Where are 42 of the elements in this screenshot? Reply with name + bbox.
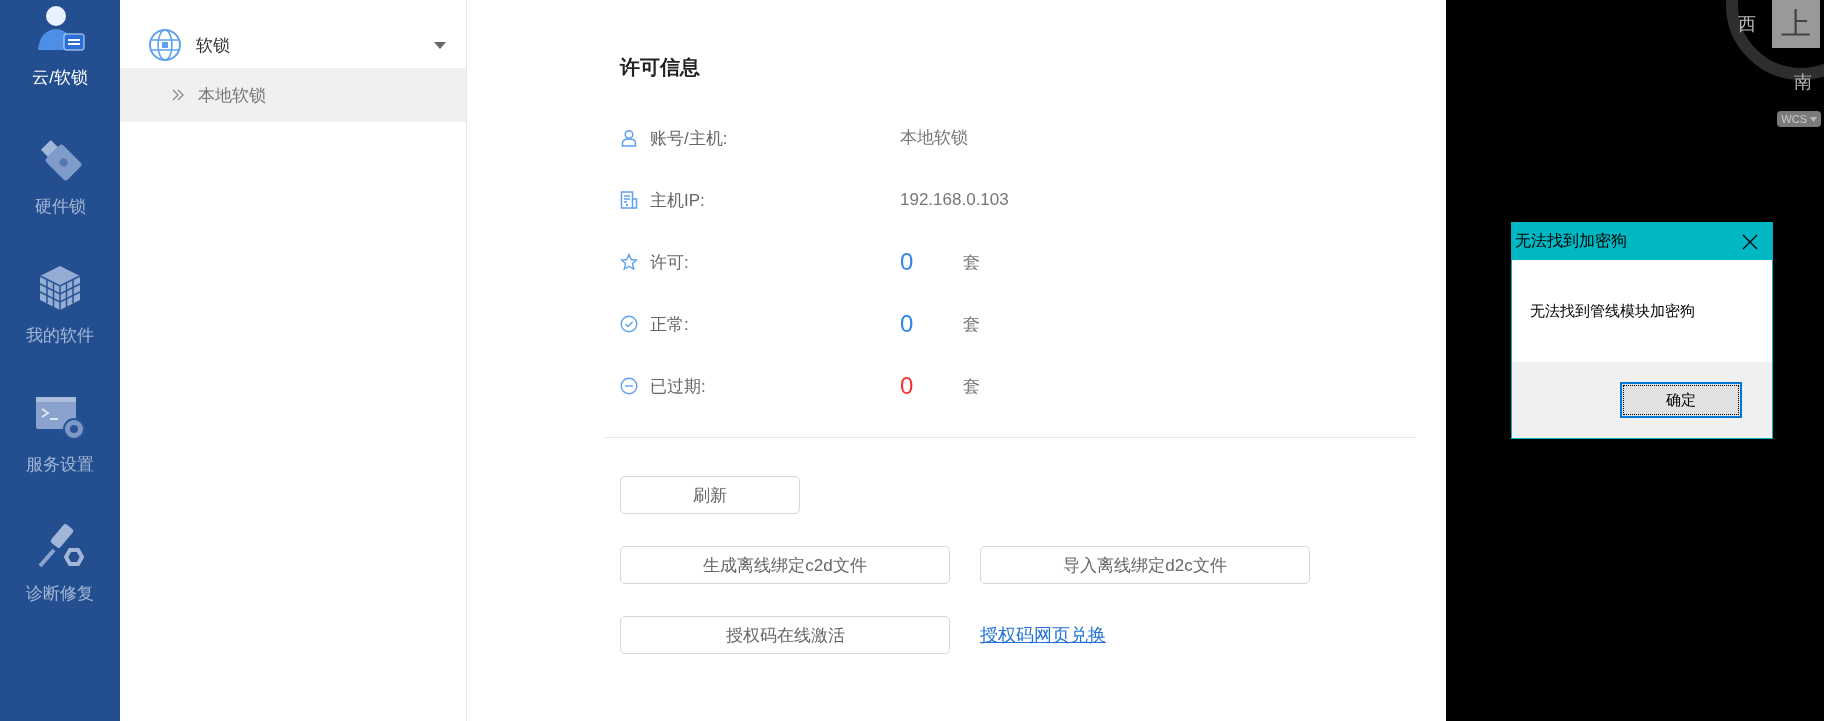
ok-button[interactable]: 确定 (1620, 382, 1742, 418)
section-title: 许可信息 (620, 55, 701, 80)
info-label: 许可: (649, 251, 690, 274)
info-value: 本地软锁 (900, 127, 968, 149)
tree-item[interactable]: 本地软锁 (120, 68, 466, 122)
close-icon (1742, 233, 1758, 250)
star-icon (620, 253, 638, 271)
dialog-message: 无法找到管线模块加密狗 (1530, 301, 1695, 321)
action-button[interactable]: 刷新 (620, 476, 800, 514)
globe-icon (148, 28, 182, 62)
sidebar-item[interactable]: 诊断修复 (0, 520, 120, 605)
action-button[interactable]: 授权码在线激活 (620, 616, 950, 654)
info-value: 192.168.0.103 (900, 189, 1009, 211)
info-label: 已过期: (649, 375, 707, 398)
building-icon (620, 191, 638, 209)
double-chevron-icon (172, 89, 184, 101)
unit-label: 套 (963, 313, 980, 336)
sidebar-item[interactable]: 硬件锁 (0, 133, 120, 218)
count-value: 0 (900, 310, 915, 338)
tree-group[interactable]: 软锁 (120, 22, 466, 68)
info-label: 主机IP: (649, 189, 706, 212)
action-button[interactable]: 导入离线绑定d2c文件 (980, 546, 1310, 584)
compass-west-label[interactable]: 西 (1738, 12, 1756, 36)
sidebar-item[interactable]: 云/软锁 (0, 4, 120, 89)
count-value: 0 (900, 372, 915, 400)
count-value: 0 (900, 248, 915, 276)
redeem-link[interactable]: 授权码网页兑换 (980, 623, 1106, 647)
compass-south-label[interactable]: 南 (1794, 70, 1812, 94)
action-button[interactable]: 生成离线绑定c2d文件 (620, 546, 950, 584)
view-cube-face[interactable]: 上 (1772, 0, 1820, 48)
dialog-title: 无法找到加密狗 (1515, 231, 1627, 251)
unit-label: 套 (963, 375, 980, 398)
info-label: 正常: (649, 313, 690, 336)
sidebar-item[interactable]: 我的软件 (0, 262, 120, 347)
user-icon (620, 129, 638, 147)
minus-circle-icon (620, 377, 638, 395)
unit-label: 套 (963, 251, 980, 274)
caret-down-icon (434, 41, 446, 49)
info-label: 账号/主机: (649, 127, 729, 150)
sidebar-item[interactable]: 服务设置 (0, 391, 120, 476)
caret-down-icon (1810, 116, 1817, 122)
check-circle-icon (620, 315, 638, 333)
